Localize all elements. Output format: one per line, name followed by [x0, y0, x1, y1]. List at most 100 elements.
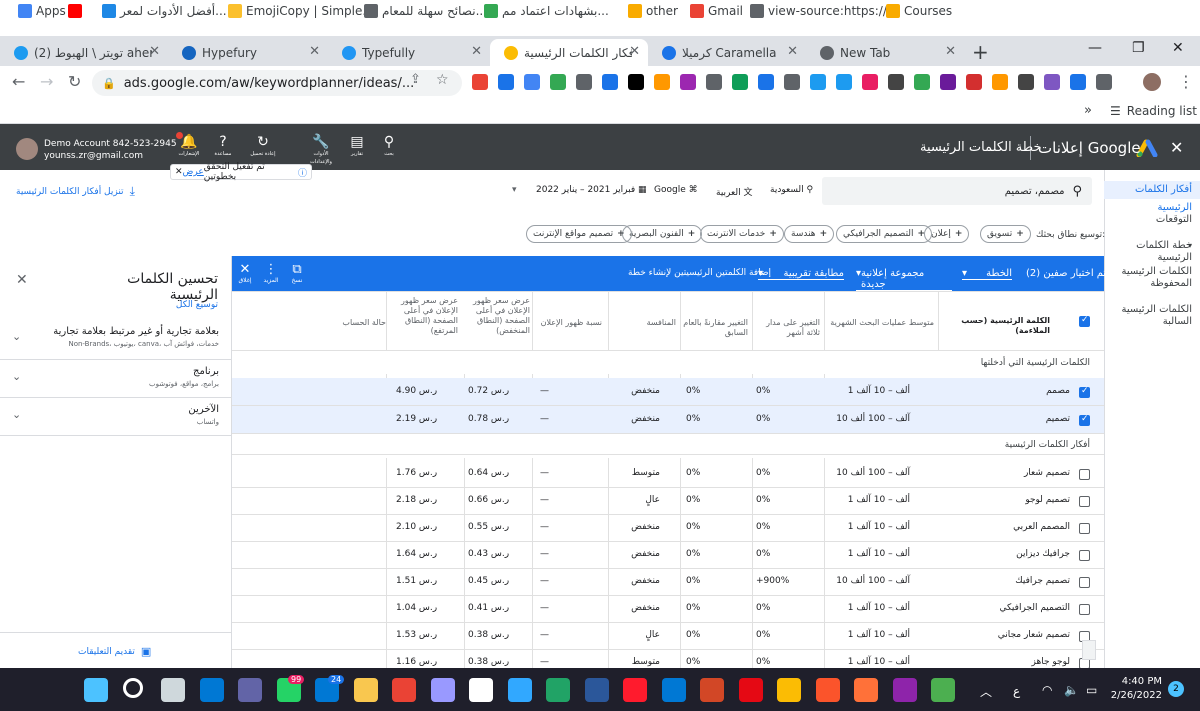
refine-chip[interactable]: هندسة + — [784, 225, 835, 243]
extension-icon[interactable] — [498, 74, 514, 90]
column-header[interactable]: عرض سعر ظهور الإعلان في أعلى الصفحة (الن… — [392, 296, 458, 336]
maps-app-icon[interactable] — [931, 678, 955, 702]
row-checkbox[interactable] — [1079, 496, 1090, 507]
table-row[interactable] — [232, 406, 1104, 434]
refine-chip[interactable]: الفنون البصرية + — [622, 225, 703, 243]
tab-close-icon[interactable]: ✕ — [309, 44, 320, 59]
netflix-app-icon[interactable] — [738, 678, 763, 702]
tab-close-icon[interactable]: ✕ — [471, 44, 482, 59]
extension-icon[interactable] — [992, 74, 1008, 90]
menu-kebab-icon[interactable]: ⋮ — [1178, 72, 1194, 91]
row-checkbox[interactable] — [1079, 604, 1090, 615]
bookmark-star-icon[interactable]: ☆ — [436, 72, 449, 88]
address-bar[interactable]: 🔒 ads.google.com/aw/keywordplanner/ideas… — [92, 70, 462, 96]
extension-icon[interactable] — [680, 74, 696, 90]
select-all-checkbox[interactable] — [1079, 315, 1090, 327]
extension-icon[interactable] — [576, 74, 592, 90]
nav-item[interactable]: الكلمات الرئيسية المحفوظة — [1104, 266, 1200, 290]
extension-icon[interactable] — [940, 74, 956, 90]
search-app-icon[interactable] — [122, 678, 143, 698]
refine-chip[interactable]: تسويق + — [980, 225, 1031, 243]
extension-icon[interactable] — [706, 74, 722, 90]
tab-close-icon[interactable]: ✕ — [945, 44, 956, 59]
column-header[interactable]: التغيير على مدار ثلاثة أشهر — [754, 318, 820, 338]
share-icon[interactable]: ⇪ — [410, 72, 421, 87]
tab-close-icon[interactable]: ✕ — [787, 44, 798, 59]
extension-icon[interactable] — [914, 74, 930, 90]
extension-icon[interactable] — [654, 74, 670, 90]
network-filter[interactable]: Google ⌘ — [654, 185, 698, 195]
tray-chevron-icon[interactable]: ︿ — [980, 683, 992, 700]
browser-tab[interactable]: (2) تويتر \ الهبوط aher)✕ — [0, 39, 168, 66]
column-header[interactable]: متوسط عمليات البحث الشهرية — [826, 318, 934, 328]
table-row[interactable] — [232, 541, 1104, 569]
row-checkbox[interactable] — [1079, 523, 1090, 534]
reload-icon[interactable]: ↻ — [68, 72, 81, 91]
extension-icon[interactable] — [966, 74, 982, 90]
bookmark-item[interactable]: Gmail — [686, 4, 743, 18]
toolbar-help-button[interactable]: ? مساعدة — [206, 134, 240, 158]
browser-tab[interactable]: كرميلا Caramella ✕ — [648, 39, 806, 66]
extension-icon[interactable] — [732, 74, 748, 90]
table-row[interactable] — [232, 595, 1104, 623]
table-row[interactable] — [232, 568, 1104, 596]
row-checkbox[interactable] — [1079, 550, 1090, 561]
date-range-filter[interactable]: فبراير 2021 – يناير 2022 ▦ — [536, 185, 647, 195]
excel-app-icon[interactable] — [546, 678, 570, 702]
nav-item[interactable]: التوقعات — [1104, 214, 1200, 226]
extension-icon[interactable] — [888, 74, 904, 90]
input-language[interactable]: ع — [1013, 684, 1020, 698]
close-icon[interactable]: ✕ — [1170, 138, 1183, 157]
extension-icon[interactable] — [1096, 74, 1112, 90]
new-tab-button[interactable]: + — [972, 40, 989, 64]
google-ads-app-icon[interactable] — [777, 678, 801, 702]
date-range-dropdown-icon[interactable]: ▾ — [512, 185, 517, 195]
back-icon[interactable]: ← — [12, 72, 25, 91]
outlook-app-icon[interactable] — [661, 678, 686, 702]
bookmark-item[interactable]: view-source:https://... — [746, 4, 898, 18]
refine-chip[interactable]: تصميم مواقع الإنترنت + — [526, 225, 632, 243]
location-filter[interactable]: السعودية ⚲ — [770, 185, 813, 195]
extension-icon[interactable] — [550, 74, 566, 90]
extension-icon[interactable] — [758, 74, 774, 90]
brave-app-icon[interactable] — [815, 678, 840, 702]
nav-item[interactable]: خطة الكلمات الرئيسية — [1104, 240, 1200, 264]
profile-avatar[interactable] — [1143, 73, 1161, 91]
extension-icon[interactable] — [1018, 74, 1034, 90]
column-header[interactable]: المنافسة — [610, 318, 676, 328]
extension-icon[interactable] — [472, 74, 488, 90]
close-selection-button[interactable]: ✕ إغلاق — [236, 262, 254, 284]
bookmark-item[interactable]: Apps — [14, 4, 66, 18]
extension-icon[interactable] — [810, 74, 826, 90]
table-row[interactable] — [232, 622, 1104, 650]
row-checkbox[interactable] — [1079, 577, 1090, 588]
word-app-icon[interactable] — [584, 678, 609, 702]
notification-badge[interactable]: 2 — [1168, 681, 1184, 697]
browser-tab[interactable]: Typefully ✕ — [328, 39, 490, 66]
copy-button[interactable]: ⧉ نسخ — [288, 262, 306, 284]
start-app-icon[interactable] — [84, 678, 108, 702]
column-header[interactable]: عرض سعر ظهور الإعلان في أعلى الصفحة (الن… — [464, 296, 530, 336]
bookmark-item[interactable]: بشهادات اعتماد مم... — [480, 4, 609, 18]
nav-item[interactable]: أفكار الكلمات الرئيسية — [1104, 181, 1200, 213]
toast-close-icon[interactable]: ✕ — [175, 167, 183, 177]
notion-app-icon[interactable] — [469, 678, 493, 702]
nav-item[interactable]: الكلمات الرئيسية السالبة — [1104, 304, 1200, 328]
row-checkbox[interactable] — [1079, 414, 1090, 426]
tab-close-icon[interactable]: ✕ — [149, 44, 160, 59]
refine-chip[interactable]: التصميم الجرافيكي + — [836, 225, 933, 243]
extension-icon[interactable] — [628, 74, 644, 90]
browser-tab[interactable]: أفكار الكلمات الرئيسية -✕ — [490, 39, 648, 66]
table-row[interactable] — [232, 378, 1104, 406]
volume-icon[interactable]: 🔈 — [1064, 683, 1079, 697]
bookmark-item[interactable] — [64, 4, 86, 18]
extension-icon[interactable] — [602, 74, 618, 90]
widgets-app-icon[interactable] — [199, 678, 224, 702]
tab-close-icon[interactable]: ✕ — [629, 44, 640, 59]
download-ideas-button[interactable]: تنزيل أفكار الكلمات الرئيسية ⤓ — [16, 184, 135, 199]
teams-app-icon[interactable] — [238, 678, 262, 702]
expand-all-link[interactable]: توسيع الكل — [150, 300, 218, 310]
toolbar-search-button[interactable]: ⚲ بحث — [372, 134, 406, 158]
bookmarks-more-button[interactable]: » — [1084, 103, 1092, 118]
browser-tab[interactable]: New Tab ✕ — [806, 39, 964, 66]
